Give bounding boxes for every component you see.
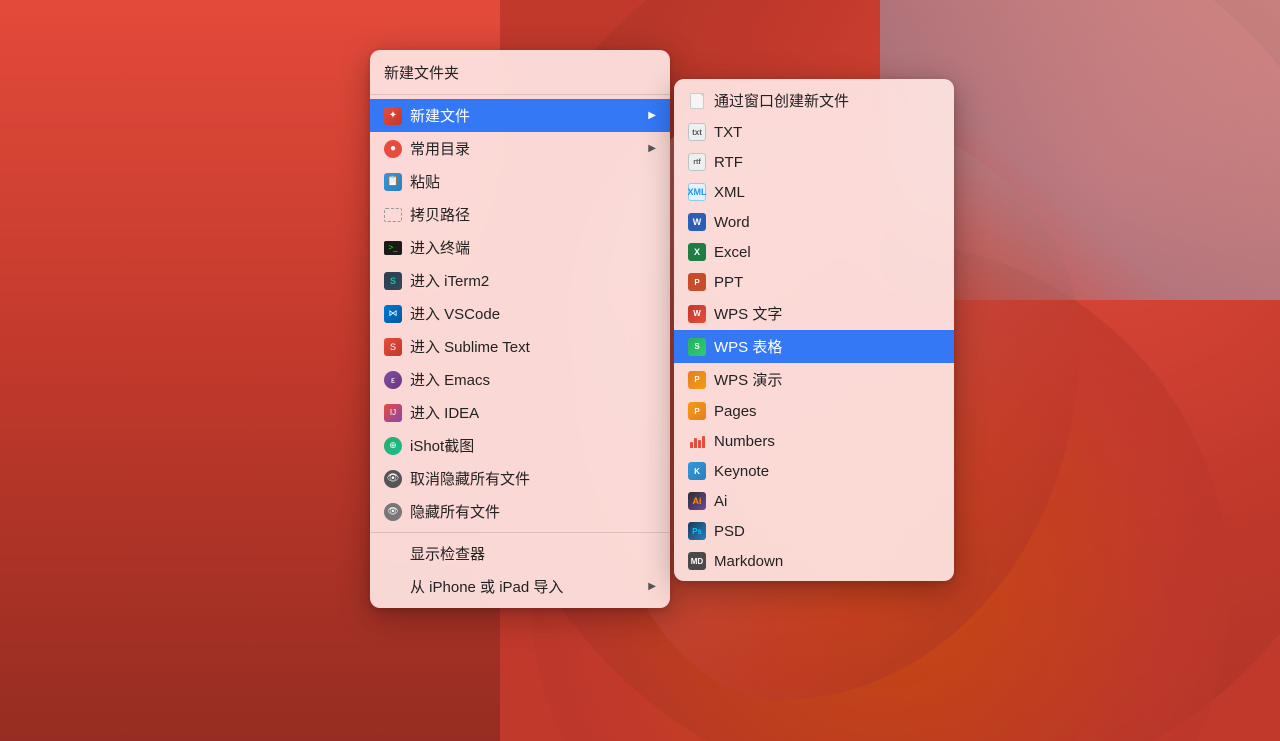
wps-ppt-icon: P (688, 371, 706, 389)
paste-icon: 📋 (384, 173, 402, 191)
submenu-arrow-common-dir: ▶ (648, 143, 656, 154)
menu-item-emacs[interactable]: ε 进入 Emacs (370, 363, 670, 396)
submenu-item-txt[interactable]: txt TXT (674, 117, 954, 147)
pages-icon: P (688, 402, 706, 420)
menu-item-new-file[interactable]: 新建文件 ▶ (370, 99, 670, 132)
submenu-item-excel[interactable]: X Excel (674, 237, 954, 267)
menu-item-sublime[interactable]: S 进入 Sublime Text (370, 330, 670, 363)
context-menu-wrapper: 新建文件夹 新建文件 ▶ ● 常用目录 ▶ 📋 粘贴 (370, 50, 954, 608)
common-dir-icon: ● (384, 140, 402, 158)
submenu-item-wps-sheet[interactable]: S WPS 表格 (674, 330, 954, 363)
md-icon: MD (688, 552, 706, 570)
rtf-icon: rtf (688, 153, 706, 171)
wps-text-icon: W (688, 305, 706, 323)
copy-path-icon (384, 206, 402, 224)
emacs-icon: ε (384, 371, 402, 389)
hide-all-icon: 👁 (384, 503, 402, 521)
keynote-icon: K (688, 462, 706, 480)
psd-icon: Ps (688, 522, 706, 540)
excel-icon: X (688, 243, 706, 261)
submenu-new-file: 通过窗口创建新文件 txt TXT rtf RTF XML XML W (674, 79, 954, 581)
menu-item-import[interactable]: 从 iPhone 或 iPad 导入 ▶ (370, 570, 670, 603)
sublime-icon: S (384, 338, 402, 356)
submenu-item-ai[interactable]: Ai Ai (674, 486, 954, 516)
submenu-item-xml[interactable]: XML XML (674, 177, 954, 207)
menu-item-idea[interactable]: IJ 进入 IDEA (370, 396, 670, 429)
wps-sheet-icon: S (688, 338, 706, 356)
terminal-icon: >_ (384, 239, 402, 257)
menu-item-common-dir[interactable]: ● 常用目录 ▶ (370, 132, 670, 165)
menu-item-new-folder[interactable]: 新建文件夹 (370, 55, 670, 90)
submenu-item-wps-text[interactable]: W WPS 文字 (674, 297, 954, 330)
new-file-app-icon (384, 107, 402, 125)
submenu-item-keynote[interactable]: K Keynote (674, 456, 954, 486)
submenu-item-ppt[interactable]: P PPT (674, 267, 954, 297)
submenu-item-word[interactable]: W Word (674, 207, 954, 237)
vscode-icon: ⋈ (384, 305, 402, 323)
ai-icon: Ai (688, 492, 706, 510)
separator-1 (370, 94, 670, 95)
submenu-arrow-import: ▶ (648, 581, 656, 592)
submenu-item-pages[interactable]: P Pages (674, 396, 954, 426)
idea-icon: IJ (384, 404, 402, 422)
ishot-icon: ⊕ (384, 437, 402, 455)
primary-context-menu: 新建文件夹 新建文件 ▶ ● 常用目录 ▶ 📋 粘贴 (370, 50, 670, 608)
doc-plain-icon (688, 92, 706, 110)
ppt-icon: P (688, 273, 706, 291)
separator-2 (370, 532, 670, 533)
submenu-item-wps-ppt[interactable]: P WPS 演示 (674, 363, 954, 396)
submenu-item-numbers[interactable]: Numbers (674, 426, 954, 456)
iterm2-icon: S (384, 272, 402, 290)
submenu-item-rtf[interactable]: rtf RTF (674, 147, 954, 177)
menu-item-copy-path[interactable]: 拷贝路径 (370, 198, 670, 231)
menu-item-ishot[interactable]: ⊕ iShot截图 (370, 429, 670, 462)
menu-item-iterm2[interactable]: S 进入 iTerm2 (370, 264, 670, 297)
xml-icon: XML (688, 183, 706, 201)
menu-item-hide-all[interactable]: 👁 隐藏所有文件 (370, 495, 670, 528)
word-icon: W (688, 213, 706, 231)
menu-item-paste[interactable]: 📋 粘贴 (370, 165, 670, 198)
submenu-item-markdown[interactable]: MD Markdown (674, 546, 954, 576)
menu-item-terminal[interactable]: >_ 进入终端 (370, 231, 670, 264)
submenu-arrow-new-file: ▶ (648, 110, 656, 121)
submenu-item-new-via-window[interactable]: 通过窗口创建新文件 (674, 84, 954, 117)
submenu-item-psd[interactable]: Ps PSD (674, 516, 954, 546)
numbers-icon (688, 432, 706, 450)
show-hidden-icon: 👁 (384, 470, 402, 488)
txt-icon: txt (688, 123, 706, 141)
menu-item-show-hidden[interactable]: 👁 取消隐藏所有文件 (370, 462, 670, 495)
menu-item-vscode[interactable]: ⋈ 进入 VSCode (370, 297, 670, 330)
menu-item-inspector[interactable]: 显示检查器 (370, 537, 670, 570)
